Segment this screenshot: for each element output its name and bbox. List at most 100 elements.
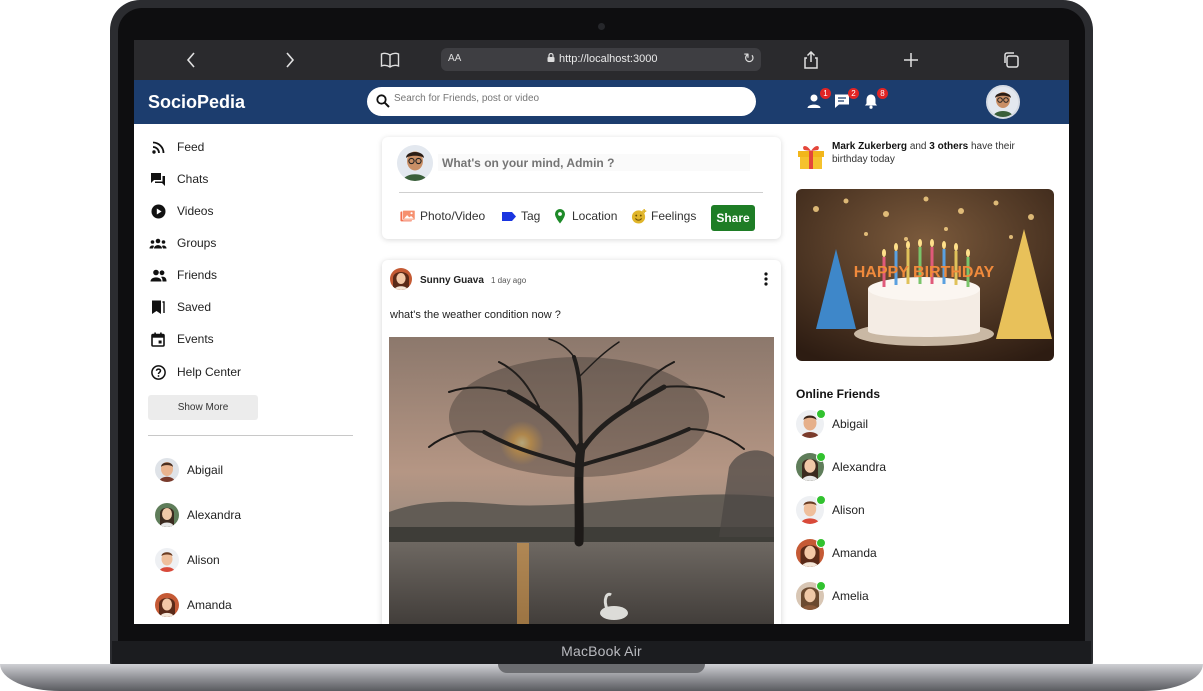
action-label: Location (572, 209, 618, 223)
action-label: Tag (521, 209, 541, 223)
online-friend-amelia[interactable]: Amelia (796, 581, 869, 610)
post-author[interactable]: Sunny Guava (420, 275, 484, 286)
sidebar-friend-abigail[interactable]: Abigail (155, 458, 223, 482)
sidebar-item-feed[interactable]: Feed (149, 137, 204, 157)
new-tab-icon[interactable] (901, 50, 921, 70)
right-sidebar: Mark Zukerberg and 3 others have their b… (794, 124, 1069, 624)
avatar (397, 145, 433, 181)
emoji-icon (631, 208, 647, 224)
avatar[interactable] (390, 268, 412, 290)
bookmark-icon (149, 298, 167, 316)
birthday-name[interactable]: Mark Zukerberg (832, 141, 907, 152)
online-friend-alison[interactable]: Alison (796, 495, 865, 524)
post-timestamp: 1 day ago (491, 276, 527, 285)
friend-requests-button[interactable]: 1 (806, 88, 831, 111)
sidebar-item-label: Groups (177, 236, 217, 250)
avatar (155, 503, 179, 527)
sidebar-item-help-center[interactable]: Help Center (149, 362, 241, 382)
search-input[interactable] (394, 93, 744, 104)
birthday-others[interactable]: 3 others (929, 141, 968, 152)
online-status-dot (816, 581, 826, 591)
messages-button[interactable]: 2 (834, 88, 859, 111)
post-composer: Photo/Video Tag Location Feelings Share (382, 137, 781, 239)
location-button[interactable]: Location (552, 208, 617, 224)
laptop-notch (498, 664, 705, 673)
calendar-icon (149, 330, 167, 348)
book-icon[interactable] (380, 50, 400, 70)
share-icon[interactable] (801, 50, 821, 70)
online-status-dot (816, 452, 826, 462)
notifications-badge: 8 (877, 88, 888, 99)
online-friend-amanda[interactable]: Amanda (796, 538, 877, 567)
sidebar-item-chats[interactable]: Chats (149, 169, 208, 189)
friend-name: Amelia (832, 589, 869, 603)
profile-avatar[interactable] (986, 85, 1020, 119)
friend-name: Alexandra (187, 508, 242, 522)
tag-button[interactable]: Tag (501, 208, 540, 224)
post-input[interactable] (438, 154, 750, 171)
photo-video-button[interactable]: Photo/Video (400, 208, 485, 224)
help-circle-icon (149, 363, 167, 381)
gift-icon (798, 145, 824, 169)
play-circle-icon (149, 202, 167, 220)
friend-name: Abigail (832, 417, 869, 431)
friend-name: Amanda (187, 598, 232, 612)
browser-toolbar: AA http://localhost:3000 ↻ (134, 40, 1069, 80)
sidebar-item-friends[interactable]: Friends (149, 265, 217, 285)
sidebar-item-label: Events (177, 332, 214, 346)
friend-name: Abigail (187, 463, 224, 477)
birthday-and: and (909, 141, 927, 152)
sidebar-item-events[interactable]: Events (149, 329, 214, 349)
location-pin-icon (552, 208, 568, 224)
sidebar-item-label: Friends (177, 268, 218, 282)
online-status-dot (816, 538, 826, 548)
chevron-left-icon[interactable] (181, 50, 201, 70)
sidebar-friend-amanda[interactable]: Amanda (155, 593, 232, 617)
chevron-right-icon[interactable] (280, 50, 300, 70)
friend-name: Amanda (832, 546, 877, 560)
friend-name: Alison (832, 503, 865, 517)
sidebar-item-groups[interactable]: Groups (149, 233, 216, 253)
messages-badge: 2 (848, 88, 859, 99)
search-box[interactable] (367, 87, 756, 116)
chat-icon (149, 170, 167, 188)
post-text: what's the weather condition now ? (390, 309, 561, 321)
online-friends-title: Online Friends (796, 387, 881, 401)
more-options-icon[interactable] (763, 271, 769, 287)
lock-icon (547, 53, 555, 62)
avatar (796, 495, 826, 524)
avatar (155, 593, 179, 617)
online-status-dot (816, 409, 826, 419)
online-friend-alexandra[interactable]: Alexandra (796, 452, 886, 481)
birthday-cake-image: HAPPY BIRTHDAY (796, 189, 1054, 361)
reload-icon[interactable]: ↻ (743, 50, 755, 67)
avatar (155, 458, 179, 482)
address-bar[interactable]: AA http://localhost:3000 ↻ (441, 48, 761, 71)
post-image[interactable] (389, 337, 774, 624)
friend-requests-badge: 1 (820, 88, 831, 99)
screen: AA http://localhost:3000 ↻ SocioPedia Se… (134, 40, 1069, 624)
action-label: Feelings (651, 209, 697, 223)
feed-post: Sunny Guava 1 day ago what's the weather… (382, 260, 781, 624)
sidebar-friend-alison[interactable]: Alison (155, 548, 220, 572)
sidebar-friend-alexandra[interactable]: Alexandra (155, 503, 241, 527)
sidebar-item-label: Feed (177, 140, 205, 154)
share-button[interactable]: Share (711, 205, 755, 231)
sidebar-divider (148, 435, 353, 436)
device-label: MacBook Air (561, 643, 642, 659)
groups-icon (149, 234, 167, 252)
tabs-icon[interactable] (1001, 50, 1021, 70)
sidebar-item-videos[interactable]: Videos (149, 201, 213, 221)
feelings-button[interactable]: Feelings (631, 208, 696, 224)
show-more-button[interactable]: Show More (148, 395, 258, 420)
online-friend-abigail[interactable]: Abigail (796, 409, 869, 438)
notifications-button[interactable]: 8 (863, 88, 888, 111)
sidebar-item-saved[interactable]: Saved (149, 297, 211, 317)
avatar (796, 538, 826, 567)
brand-logo[interactable]: SocioPedia (148, 92, 245, 113)
sidebar-item-label: Help Center (177, 365, 242, 379)
avatar (796, 581, 826, 610)
camera-icon (598, 23, 605, 30)
avatar (796, 452, 826, 481)
reader-button[interactable]: AA (448, 53, 461, 64)
